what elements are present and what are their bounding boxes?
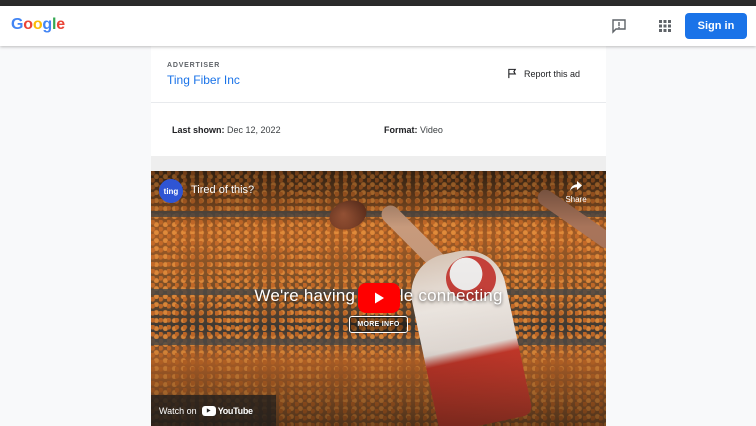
watch-on-label: Watch on bbox=[159, 405, 197, 416]
logo-letter: G bbox=[11, 16, 24, 33]
video-title[interactable]: Tired of this? bbox=[191, 184, 254, 196]
play-button[interactable] bbox=[358, 283, 400, 313]
report-ad-label: Report this ad bbox=[524, 68, 581, 79]
logo-letter: e bbox=[56, 16, 65, 33]
youtube-label: YouTube bbox=[217, 405, 253, 416]
share-button[interactable]: Share bbox=[561, 179, 591, 204]
feedback-icon[interactable] bbox=[611, 18, 627, 34]
sign-in-button[interactable]: Sign in bbox=[685, 13, 747, 39]
more-info-button[interactable]: MORE INFO bbox=[349, 316, 408, 333]
channel-avatar[interactable]: ting bbox=[159, 179, 183, 203]
advertiser-name-link[interactable]: Ting Fiber Inc bbox=[167, 73, 240, 87]
play-icon bbox=[375, 292, 384, 304]
report-ad-button[interactable]: Report this ad bbox=[507, 68, 580, 79]
youtube-play-icon bbox=[201, 405, 216, 416]
divider bbox=[151, 102, 606, 103]
apps-grid-icon[interactable] bbox=[657, 18, 673, 34]
format-label: Format: bbox=[384, 125, 418, 135]
format-value: Video bbox=[420, 125, 443, 135]
advertiser-label: ADVERTISER bbox=[167, 62, 221, 69]
header: Google Sign in bbox=[0, 6, 756, 46]
share-label: Share bbox=[565, 195, 587, 204]
ad-format: Format: Video bbox=[384, 125, 443, 135]
logo-letter: g bbox=[42, 16, 52, 33]
youtube-logo: YouTube bbox=[201, 405, 253, 416]
google-logo[interactable]: Google bbox=[11, 16, 65, 34]
flag-icon bbox=[508, 68, 517, 79]
section-separator bbox=[151, 156, 606, 171]
watch-on-youtube-button[interactable]: Watch on YouTube bbox=[151, 395, 276, 426]
share-icon bbox=[570, 181, 582, 191]
last-shown-label: Last shown: bbox=[172, 125, 225, 135]
ad-details-card: ADVERTISER Ting Fiber Inc Report this ad… bbox=[151, 46, 606, 426]
video-player[interactable]: ting Tired of this? Share We're having t… bbox=[151, 171, 606, 426]
logo-letter: o bbox=[32, 16, 43, 33]
last-shown-value: Dec 12, 2022 bbox=[227, 125, 281, 135]
logo-letter: o bbox=[23, 16, 33, 33]
last-shown: Last shown: Dec 12, 2022 bbox=[172, 125, 281, 135]
